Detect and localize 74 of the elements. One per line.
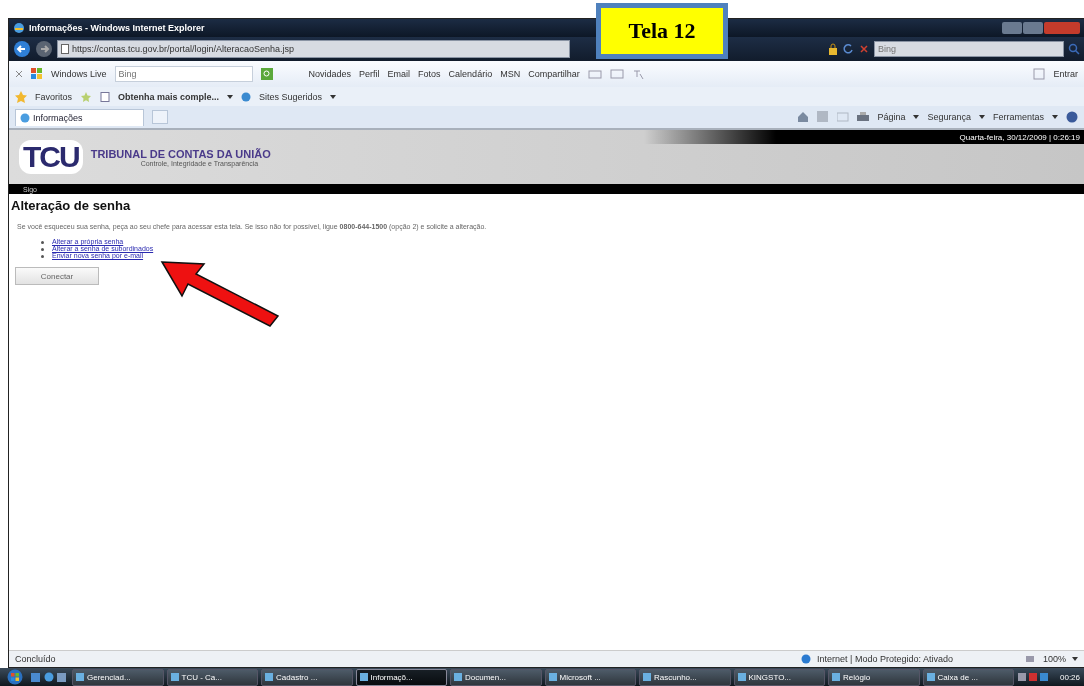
taskbar-button[interactable]: Caixa de ...	[922, 668, 1014, 686]
window-icon	[265, 673, 273, 681]
refresh-icon[interactable]	[842, 43, 854, 55]
browser-icon	[13, 22, 25, 34]
site-logo: TCU	[19, 140, 83, 174]
window-icon	[832, 673, 840, 681]
security-zone: Internet | Modo Protegido: Ativado	[817, 654, 953, 664]
window-title: Informações - Windows Internet Explorer	[29, 23, 205, 33]
caret-icon[interactable]	[227, 94, 234, 99]
taskbar-button[interactable]: Documen...	[450, 668, 542, 686]
bullet-icon	[41, 240, 44, 244]
taskbar-button[interactable]: Gerenciad...	[72, 668, 164, 686]
home-icon[interactable]	[797, 111, 810, 123]
taskbar-button[interactable]: Cadastro ...	[261, 668, 353, 686]
toolbar-link[interactable]: Compartilhar	[528, 69, 580, 79]
toolbar-link[interactable]: Novidades	[308, 69, 352, 79]
forward-icon[interactable]	[35, 40, 53, 58]
window-icon	[737, 673, 746, 681]
caret-icon[interactable]	[1072, 657, 1078, 661]
stop-icon[interactable]	[858, 43, 870, 55]
toolbar-link[interactable]: Calendário	[448, 69, 493, 79]
browser-tab[interactable]: Informações	[15, 108, 144, 126]
windows-logo-icon	[31, 68, 43, 80]
window-icon	[170, 673, 179, 681]
toolbar-link[interactable]: Email	[387, 69, 411, 79]
taskbar-button[interactable]: Microsoft ...	[544, 668, 636, 686]
connect-button[interactable]: Conectar	[15, 267, 99, 285]
taskbar-button[interactable]: Rascunho...	[639, 668, 731, 686]
back-icon[interactable]	[13, 40, 31, 58]
toolbar-link[interactable]: Fotos	[418, 69, 441, 79]
command-menu[interactable]: Segurança	[927, 112, 971, 122]
screen-label: Tela 12	[596, 3, 728, 59]
bullet-icon	[41, 254, 44, 258]
status-text: Concluído	[15, 654, 56, 664]
taskbar-button[interactable]: KINGSTO...	[733, 668, 825, 686]
caret-icon[interactable]	[978, 115, 985, 119]
taskbar-clock: 00:26	[1060, 672, 1081, 682]
caret-icon[interactable]	[330, 94, 337, 99]
window-icon	[359, 673, 368, 681]
site-title: TRIBUNAL DE CONTAS DA UNIÃO	[90, 147, 271, 160]
date-time: Quarta-feira, 30/12/2009 | 0:26:19	[959, 132, 1080, 142]
address-field[interactable]: https://contas.tcu.gov.br/portal/login/AlteracaoSenha.jsp	[57, 40, 570, 58]
command-menu[interactable]: Página	[877, 112, 906, 122]
toolbar-search-field[interactable]: Bing	[114, 66, 253, 82]
caret-icon[interactable]	[1052, 115, 1058, 119]
command-menu[interactable]: Ferramentas	[992, 112, 1044, 122]
search-icon[interactable]	[1068, 43, 1080, 55]
close-icon[interactable]	[15, 70, 23, 78]
favorites-star-icon	[15, 90, 27, 103]
search-button-icon[interactable]	[260, 68, 273, 80]
mail-icon[interactable]	[609, 69, 624, 79]
lock-icon	[828, 43, 838, 55]
zoom-control[interactable]: 100%	[1042, 654, 1066, 664]
window-icon	[76, 673, 84, 681]
toolbar-brand: Windows Live	[51, 69, 107, 79]
window-icon	[643, 673, 651, 681]
taskbar-button[interactable]: TCU - Ca...	[166, 668, 258, 686]
toolbar-link[interactable]: MSN	[500, 69, 521, 79]
window-icon	[454, 673, 462, 681]
page-heading: Alteração de senha	[11, 198, 132, 213]
print-icon[interactable]	[857, 111, 870, 123]
sign-in-link[interactable]: Entrar	[1053, 69, 1078, 79]
favorites-link[interactable]: Obtenha mais comple...	[118, 91, 220, 102]
caret-icon[interactable]	[913, 115, 920, 119]
window-icon	[926, 673, 935, 681]
search-field[interactable]: Bing	[874, 41, 1064, 57]
toolbar-link[interactable]: Perfil	[359, 69, 380, 79]
favorites-button[interactable]: Favoritos	[35, 91, 72, 102]
bullet-icon	[41, 247, 44, 251]
window-icon	[548, 673, 557, 681]
favorites-link[interactable]: Sites Sugeridos	[259, 91, 323, 102]
taskbar-button[interactable]: Relógio	[828, 668, 920, 686]
taskbar-button[interactable]: Informaçõ...	[355, 668, 447, 686]
quick-launch-icon[interactable]	[29, 671, 69, 683]
